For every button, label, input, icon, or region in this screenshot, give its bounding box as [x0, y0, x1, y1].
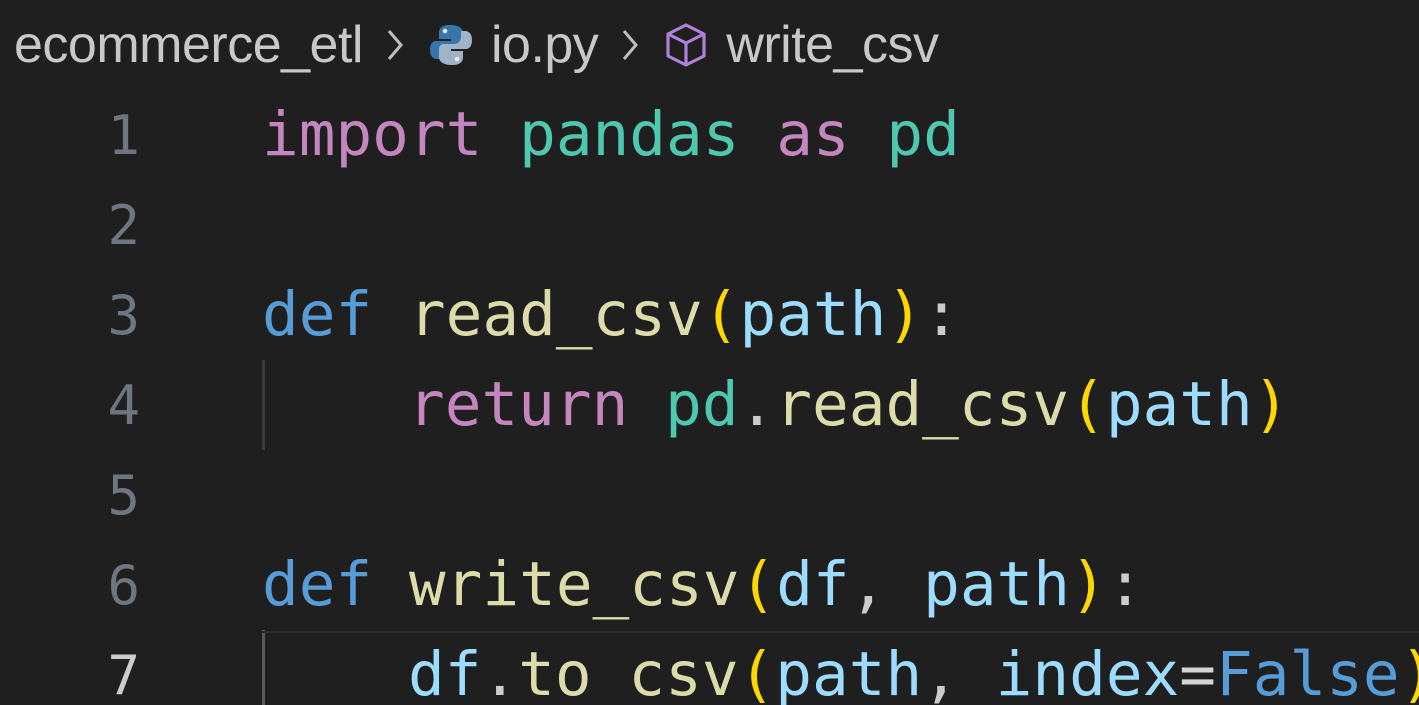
line-number[interactable]: 4	[0, 374, 140, 437]
token-punctuation: :	[923, 279, 960, 350]
token-punctuation: ,	[922, 639, 996, 705]
line-number[interactable]: 1	[0, 104, 140, 167]
token-variable: df	[408, 639, 482, 705]
breadcrumb-folder[interactable]: ecommerce_etl	[14, 15, 363, 75]
cube-method-icon	[662, 21, 710, 69]
code-area[interactable]: 1 import pandas as pd 2 3 def read_csv(p…	[0, 90, 1419, 705]
line-content[interactable]: df.to_csv(path, index=False)	[408, 630, 1419, 705]
line-number[interactable]: 5	[0, 464, 140, 527]
token-variable: path	[1105, 369, 1253, 440]
token-bracket: )	[886, 279, 924, 350]
code-line[interactable]: 5	[0, 450, 1419, 540]
token-keyword: as	[776, 99, 850, 170]
token-bracket: )	[1252, 369, 1290, 440]
token-parameter: path	[923, 549, 1070, 620]
token-bracket: (	[738, 639, 776, 705]
token-function: to_csv	[518, 639, 739, 705]
breadcrumb-file[interactable]: io.py	[427, 15, 599, 75]
token-function: write_csv	[408, 549, 740, 620]
breadcrumb: ecommerce_etl io.py write_csv	[0, 0, 1419, 90]
python-icon	[427, 21, 475, 69]
token-punctuation: ,	[849, 549, 924, 620]
token-keyword: def	[262, 279, 373, 350]
breadcrumb-folder-label: ecommerce_etl	[14, 16, 363, 74]
line-content[interactable]: return pd.read_csv(path)	[408, 360, 1289, 450]
line-number[interactable]: 3	[0, 284, 140, 347]
token-constant: False	[1216, 639, 1400, 705]
code-line[interactable]: 4 return pd.read_csv(path)	[0, 360, 1419, 450]
breadcrumb-file-label: io.py	[490, 16, 599, 74]
line-number[interactable]: 7	[0, 644, 140, 705]
token-module: pd	[665, 369, 739, 440]
token-module: pandas	[519, 99, 740, 170]
token-bracket: )	[1070, 549, 1107, 620]
token-parameter: df	[776, 549, 850, 620]
token-bracket: )	[1400, 639, 1419, 705]
code-line[interactable]: 1 import pandas as pd	[0, 90, 1419, 180]
breadcrumb-symbol-label: write_csv	[726, 16, 939, 74]
token-keyword: def	[262, 549, 373, 620]
line-content[interactable]: def write_csv(df, path):	[262, 540, 1143, 630]
line-content[interactable]: def read_csv(path):	[262, 270, 960, 360]
token-function: read_csv	[408, 279, 703, 350]
code-line[interactable]: 2	[0, 180, 1419, 270]
code-line[interactable]: 3 def read_csv(path):	[0, 270, 1419, 360]
token-bracket: (	[1069, 369, 1106, 440]
chevron-right-icon	[620, 28, 640, 62]
token-punctuation: .	[738, 369, 776, 440]
code-line[interactable]: 6 def write_csv(df, path):	[0, 540, 1419, 630]
token-keyword: return	[408, 369, 629, 440]
token-bracket: (	[739, 549, 777, 620]
token-module: pd	[886, 99, 960, 170]
code-editor[interactable]: ecommerce_etl io.py write_csv 1 import p…	[0, 0, 1419, 705]
token-keyword: import	[262, 99, 483, 170]
breadcrumb-symbol[interactable]: write_csv	[662, 15, 939, 75]
token-function: read_csv	[775, 369, 1070, 440]
line-number[interactable]: 6	[0, 554, 140, 617]
token-punctuation: .	[481, 639, 519, 705]
token-parameter: path	[739, 279, 887, 350]
token-variable: index	[995, 639, 1180, 705]
token-punctuation: :	[1106, 549, 1144, 620]
line-number[interactable]: 2	[0, 194, 140, 257]
line-content[interactable]: import pandas as pd	[262, 90, 960, 180]
token-operator: =	[1179, 639, 1217, 705]
token-variable: path	[775, 639, 923, 705]
code-line-active[interactable]: 7 df.to_csv(path, index=False)	[0, 630, 1419, 705]
chevron-right-icon	[385, 28, 405, 62]
token-bracket: (	[702, 279, 740, 350]
